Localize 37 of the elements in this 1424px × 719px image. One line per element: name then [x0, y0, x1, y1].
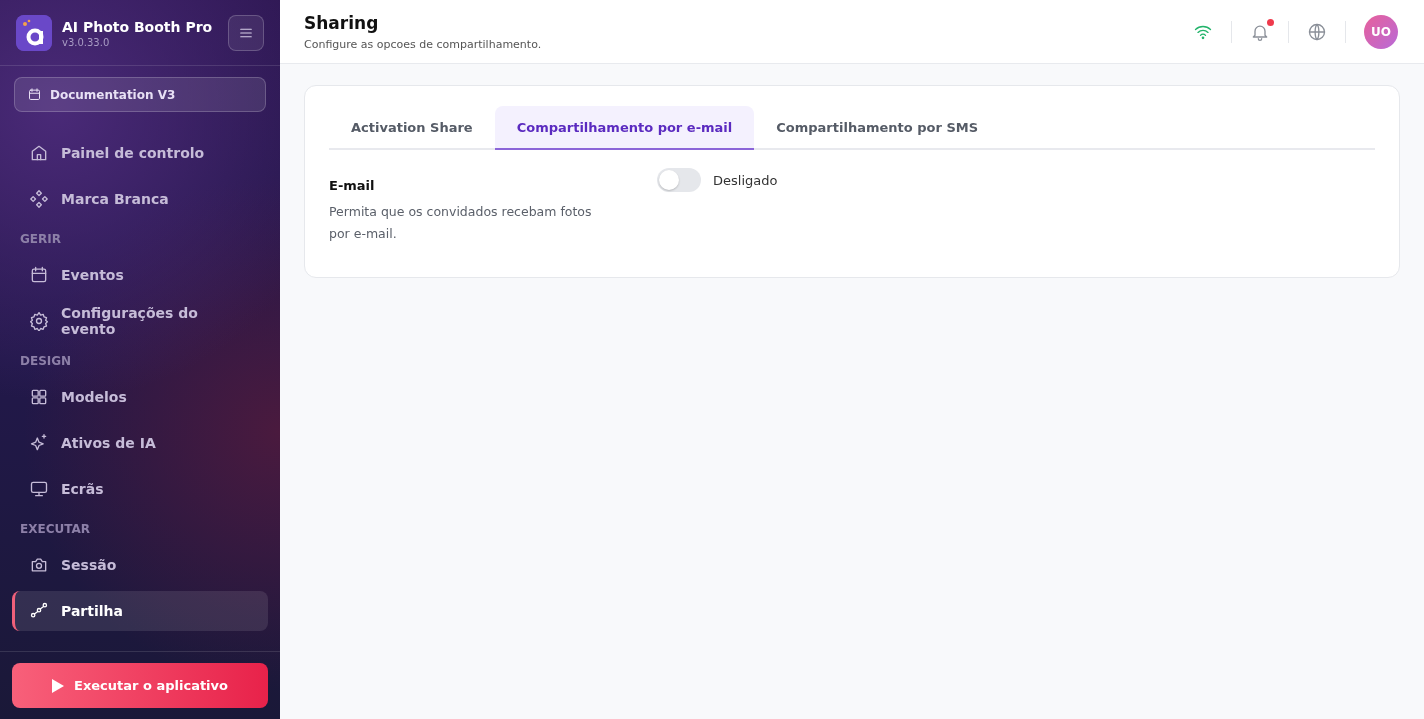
setting-title: E-mail: [329, 178, 376, 193]
nav-item[interactable]: Configurações do evento: [12, 301, 268, 341]
sparkles-icon: [29, 433, 49, 453]
toggle-switch[interactable]: [657, 168, 701, 192]
logo-icon: [16, 15, 52, 51]
nav-item[interactable]: Partilha: [12, 591, 268, 631]
tab[interactable]: Compartilhamento por SMS: [754, 106, 1001, 150]
tab[interactable]: Compartilhamento por e-mail: [494, 106, 755, 150]
section-label: DESIGN: [19, 353, 73, 370]
nav-item[interactable]: Painel de controlo: [12, 133, 268, 173]
nav-item[interactable]: Ecrãs: [12, 469, 268, 509]
nav-item[interactable]: Sessão: [12, 545, 268, 585]
home-icon: [29, 143, 49, 163]
nav-item[interactable]: Marca Branca: [12, 179, 268, 219]
menu-button[interactable]: [228, 15, 264, 51]
section-label: EXECUTAR: [19, 521, 91, 538]
tab[interactable]: Activation Share: [329, 106, 495, 150]
project-selector[interactable]: Documentation V3: [14, 77, 266, 112]
app-name: AI Photo Booth Pro: [62, 18, 214, 35]
app-version: v3.0.33.0: [62, 36, 111, 48]
diamonds-icon: [29, 189, 49, 209]
nav-item[interactable]: Ativos de IA: [12, 423, 268, 463]
play-icon: [52, 678, 64, 693]
section-label: GERIR: [19, 231, 62, 248]
grid-icon: [29, 387, 49, 407]
page-subtitle: Configure as opcoes de compartilhamento.: [304, 37, 543, 51]
nav-item[interactable]: Modelos: [12, 377, 268, 417]
calendar-icon: [29, 265, 49, 285]
run-app-button[interactable]: Executar o aplicativo: [12, 663, 268, 708]
calendar-icon: [27, 87, 42, 102]
toggle-label: Desligado: [713, 172, 778, 188]
monitor-icon: [29, 479, 49, 499]
globe-icon: [1307, 21, 1327, 42]
setting-description: Permita que os convidados recebam fotos por e-mail.: [329, 203, 593, 243]
page-title: Sharing: [304, 12, 380, 33]
gear-icon: [29, 311, 49, 331]
nav-item[interactable]: Eventos: [12, 255, 268, 295]
